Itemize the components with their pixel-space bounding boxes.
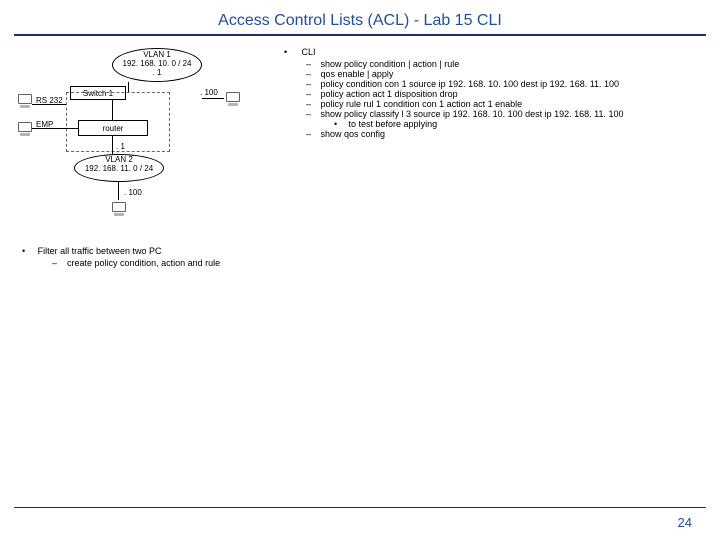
line-vlan1-pc	[202, 98, 224, 99]
page-number: 24	[678, 515, 692, 530]
cli-dash-4: –	[306, 99, 318, 109]
cli-dash-6: –	[306, 129, 318, 139]
dash: –	[52, 258, 57, 268]
pc-icon-bottom	[112, 202, 126, 212]
vlan2-dot1: . 1	[116, 142, 125, 151]
cli-dash-1: –	[306, 69, 318, 79]
cli-item-1: qos enable | apply	[321, 69, 394, 79]
cli-item-0: show policy condition | action | rule	[321, 59, 460, 69]
cli-dash-0: –	[306, 59, 318, 69]
host100-bottom: . 100	[124, 188, 142, 197]
cli-item-4: policy rule rul 1 condition con 1 action…	[321, 99, 523, 109]
router-rect: router	[78, 120, 148, 136]
cli-item-5: show policy classify l 3 source ip 192. …	[321, 109, 624, 119]
filter-subtext: create policy condition, action and rule	[67, 258, 220, 268]
cli-subdot: •	[334, 119, 346, 129]
line-vlan1-switch	[128, 82, 129, 92]
line-switch-router	[112, 100, 113, 120]
cli-dash-3: –	[306, 89, 318, 99]
vlan2-subnet: 192. 168. 11. 0 / 24	[75, 165, 163, 174]
cli-item-6: show qos config	[321, 129, 386, 139]
cli-block: • CLI – show policy condition | action |…	[272, 46, 708, 306]
cli-bullet: •	[284, 46, 294, 59]
pc-icon-rs232	[18, 94, 32, 104]
diagram-area: VLAN 1 192. 168. 10. 0 / 24 . 1 . 100 Sw…	[12, 46, 272, 306]
cli-item-2: policy condition con 1 source ip 192. 16…	[321, 79, 620, 89]
line-emp	[32, 128, 78, 129]
filter-text: Filter all traffic between two PC	[38, 246, 162, 256]
line-rs232	[32, 104, 66, 105]
router-label: router	[103, 124, 124, 133]
cli-label: CLI	[302, 47, 316, 57]
title-rule	[14, 34, 706, 36]
line-router-vlan2	[112, 136, 113, 154]
cli-subitem: to test before applying	[349, 119, 438, 129]
content-area: VLAN 1 192. 168. 10. 0 / 24 . 1 . 100 Sw…	[0, 42, 720, 306]
page-title: Access Control Lists (ACL) - Lab 15 CLI	[0, 0, 720, 34]
pc-icon-top	[226, 92, 240, 102]
cli-item-3: policy action act 1 disposition drop	[321, 89, 458, 99]
left-text-block: • Filter all traffic between two PC – cr…	[22, 246, 252, 269]
cli-dash-5: –	[306, 109, 318, 119]
host100-top: . 100	[200, 88, 218, 97]
vlan1-dot1: . 1	[113, 69, 201, 78]
pc-icon-emp	[18, 122, 32, 132]
bullet-dot: •	[22, 246, 25, 256]
bottom-rule	[14, 507, 706, 508]
vlan2-oval: VLAN 2 192. 168. 11. 0 / 24	[74, 154, 164, 182]
cli-dash-2: –	[306, 79, 318, 89]
line-vlan2-pc	[118, 182, 119, 200]
vlan1-oval: VLAN 1 192. 168. 10. 0 / 24 . 1	[112, 48, 202, 82]
